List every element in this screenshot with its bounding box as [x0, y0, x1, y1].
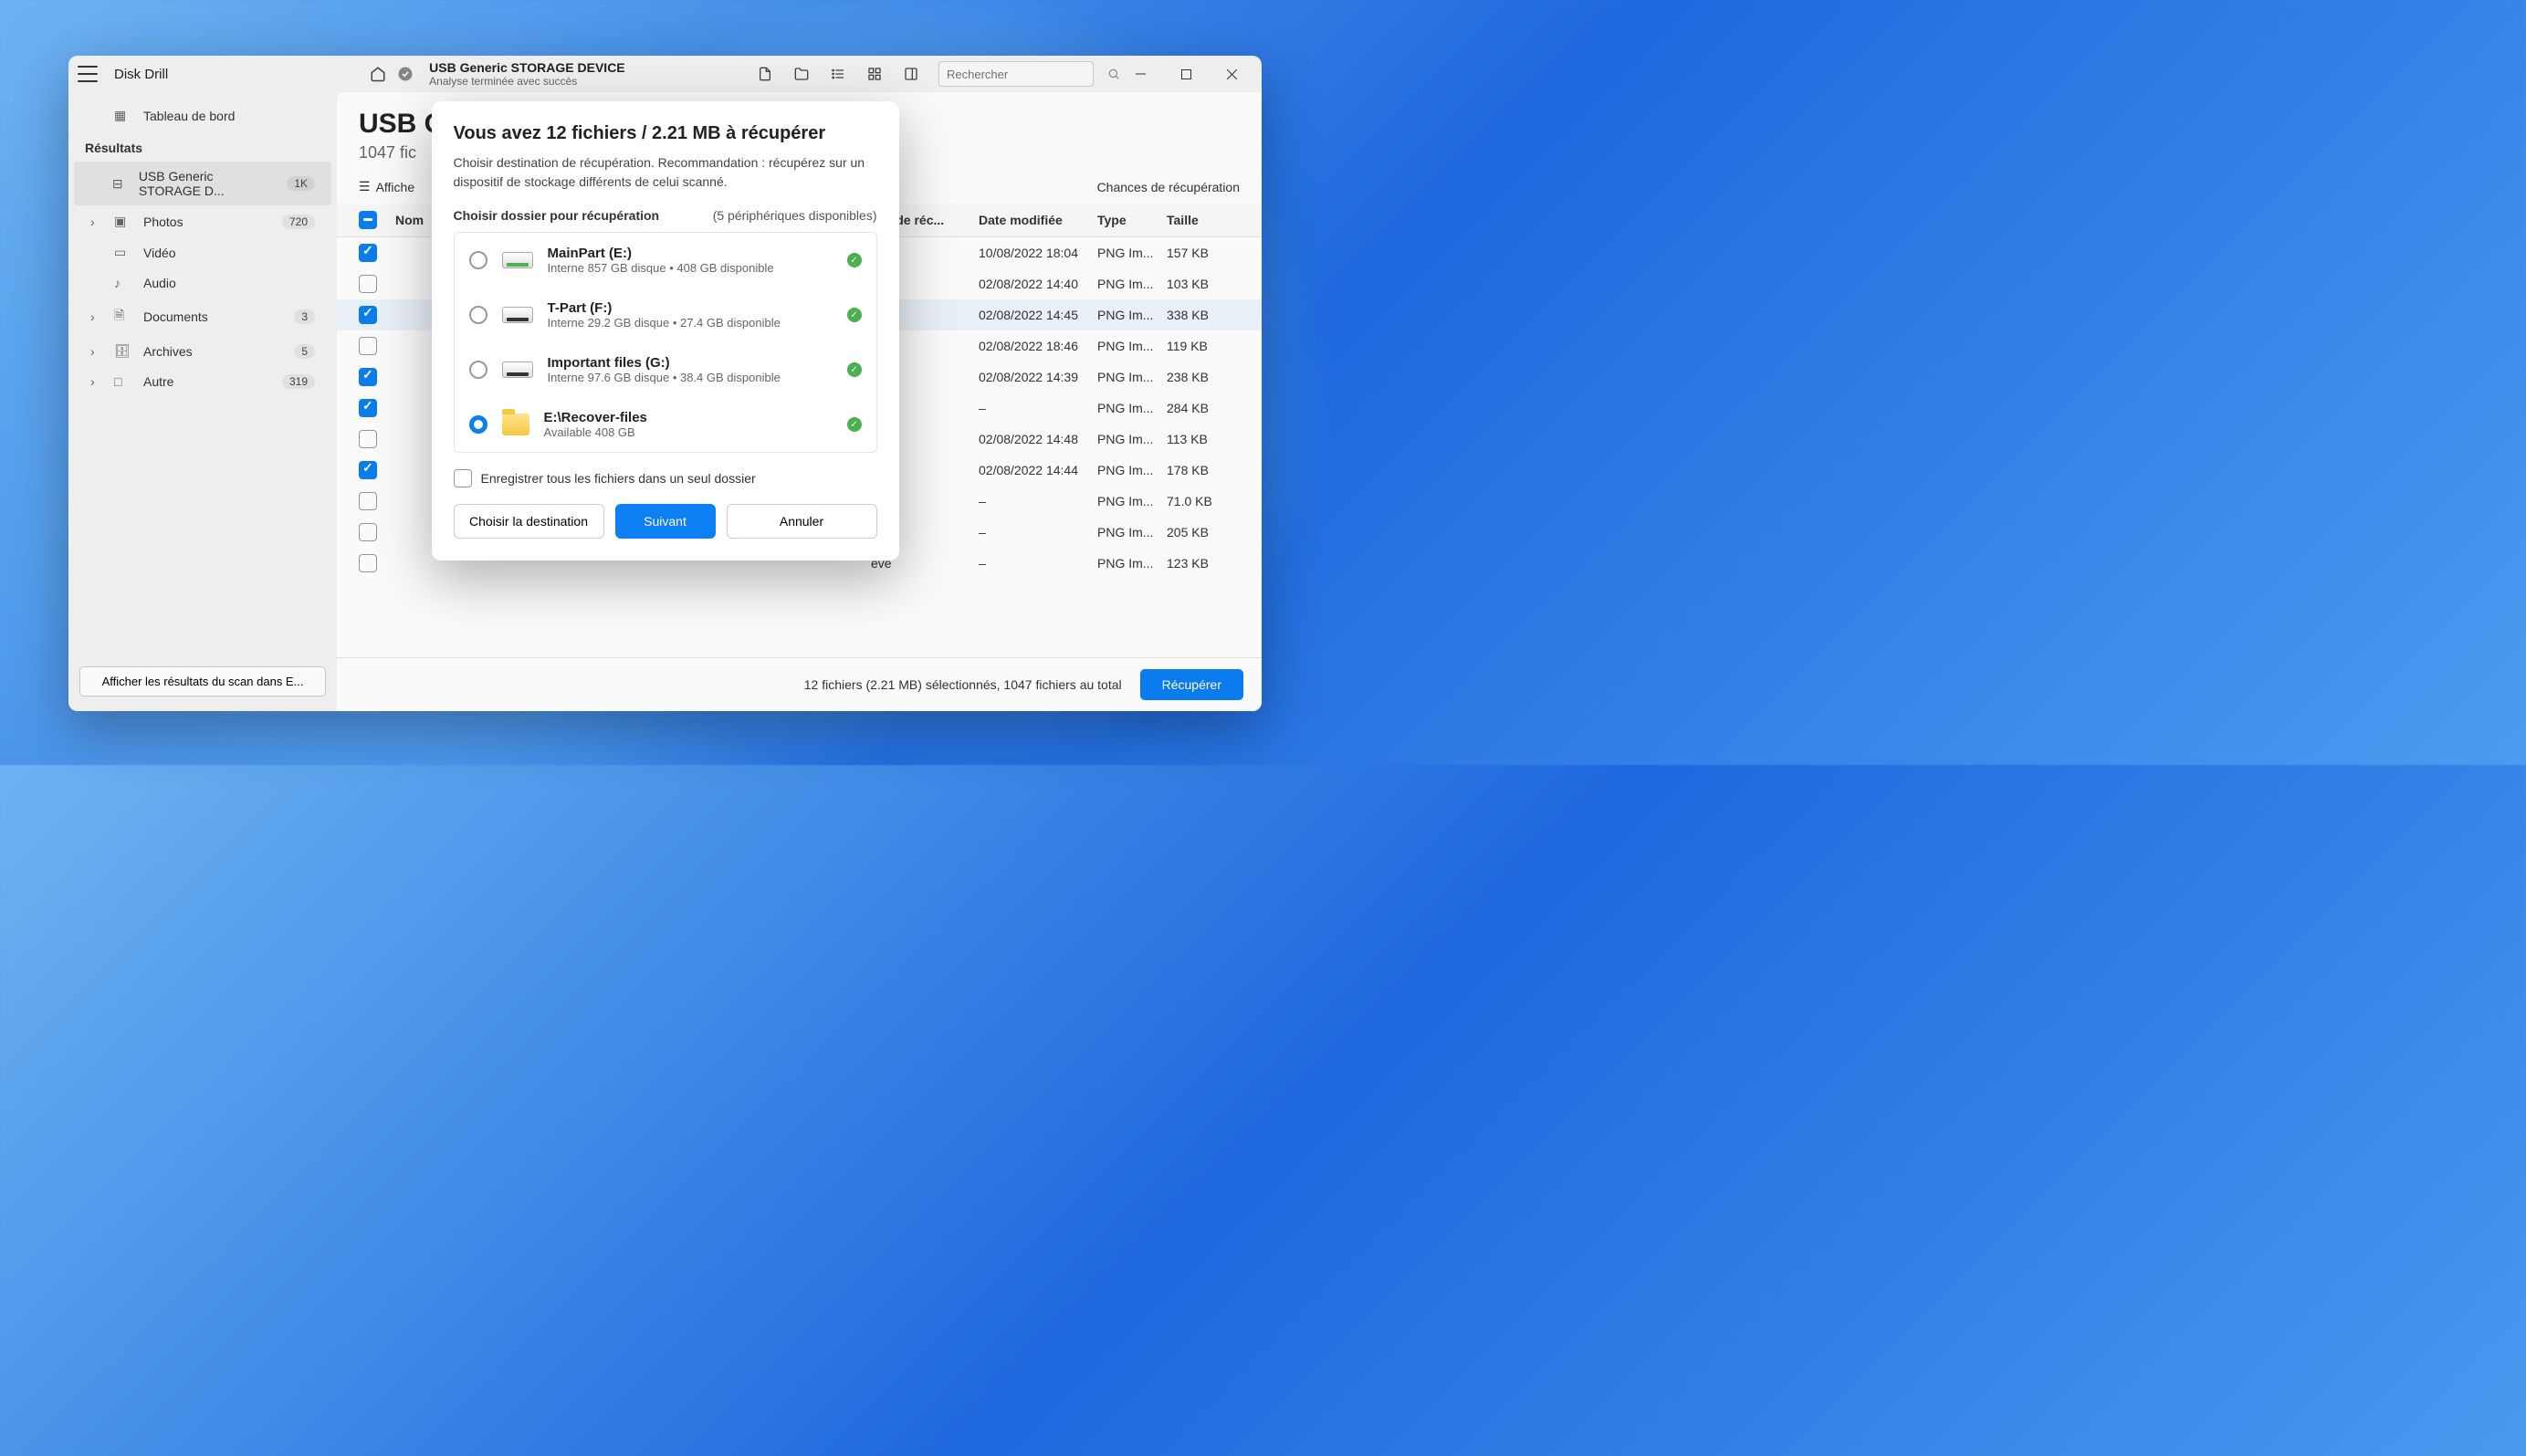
- choose-destination-button[interactable]: Choisir la destination: [454, 504, 604, 539]
- status-ok-icon: ✓: [847, 362, 862, 377]
- destination-list[interactable]: MainPart (E:) Interne 857 GB disque • 40…: [454, 232, 877, 453]
- modal-title: Vous avez 12 fichiers / 2.21 MB à récupé…: [454, 123, 877, 144]
- destination-detail: Interne 97.6 GB disque • 38.4 GB disponi…: [548, 371, 833, 384]
- save-single-folder-checkbox[interactable]: [454, 469, 472, 487]
- destination-radio[interactable]: [469, 306, 487, 324]
- modal-description: Choisir destination de récupération. Rec…: [454, 153, 877, 192]
- destination-item[interactable]: MainPart (E:) Interne 857 GB disque • 40…: [455, 233, 876, 288]
- destination-radio[interactable]: [469, 361, 487, 379]
- drive-icon: [502, 307, 533, 323]
- destination-detail: Available 408 GB: [544, 425, 833, 439]
- choose-folder-label: Choisir dossier pour récupération: [454, 208, 660, 223]
- destination-radio[interactable]: [469, 415, 487, 434]
- modal-overlay: Vous avez 12 fichiers / 2.21 MB à récupé…: [68, 56, 1262, 711]
- devices-count: (5 périphériques disponibles): [713, 208, 877, 223]
- destination-radio[interactable]: [469, 251, 487, 269]
- status-ok-icon: ✓: [847, 417, 862, 432]
- destination-item[interactable]: T-Part (F:) Interne 29.2 GB disque • 27.…: [455, 288, 876, 342]
- status-ok-icon: ✓: [847, 253, 862, 267]
- destination-name: MainPart (E:): [548, 246, 833, 261]
- drive-icon: [502, 252, 533, 268]
- next-button[interactable]: Suivant: [615, 504, 716, 539]
- destination-name: T-Part (F:): [548, 300, 833, 316]
- destination-detail: Interne 29.2 GB disque • 27.4 GB disponi…: [548, 316, 833, 330]
- recovery-modal: Vous avez 12 fichiers / 2.21 MB à récupé…: [432, 101, 899, 560]
- cancel-button[interactable]: Annuler: [727, 504, 877, 539]
- destination-name: E:\Recover-files: [544, 410, 833, 425]
- destination-item[interactable]: Important files (G:) Interne 97.6 GB dis…: [455, 342, 876, 397]
- drive-icon: [502, 361, 533, 378]
- app-window: Disk Drill USB Generic STORAGE DEVICE An…: [68, 56, 1262, 711]
- save-single-folder-option[interactable]: Enregistrer tous les fichiers dans un se…: [454, 469, 877, 487]
- destination-item[interactable]: E:\Recover-files Available 408 GB ✓: [455, 397, 876, 452]
- folder-icon: [502, 414, 529, 435]
- destination-detail: Interne 857 GB disque • 408 GB disponibl…: [548, 261, 833, 275]
- destination-name: Important files (G:): [548, 355, 833, 371]
- status-ok-icon: ✓: [847, 308, 862, 322]
